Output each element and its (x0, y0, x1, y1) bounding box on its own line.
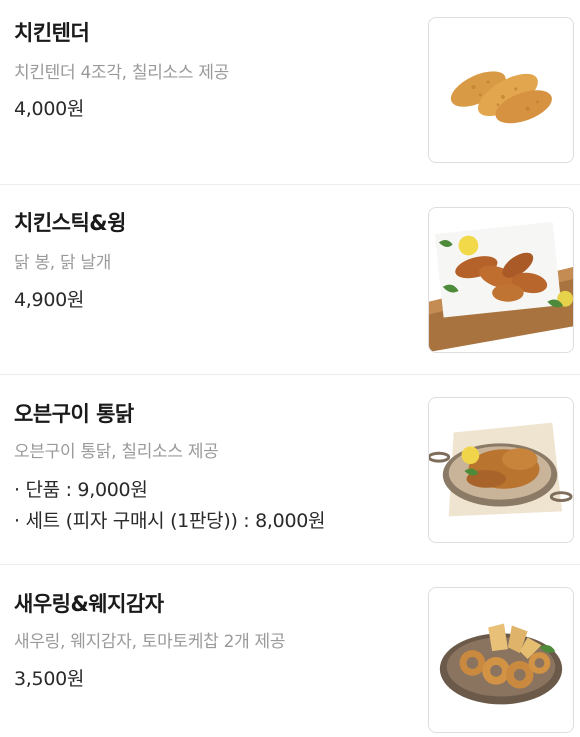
menu-item-name: 새우링&웨지감자 (14, 592, 164, 616)
oven-roasted-chicken-photo (428, 397, 574, 543)
chicken-tenders-photo (428, 17, 574, 163)
menu-item-chicken-tender[interactable]: 치킨텐더 치킨텐더 4조각, 칠리소스 제공 4,000원 (0, 0, 580, 184)
menu-item-name: 오븐구이 통닭 (14, 402, 134, 426)
menu-item-price: 4,900원 (14, 289, 85, 311)
menu-item-description: 새우링, 웨지감자, 토마토케찹 2개 제공 (14, 632, 286, 652)
menu-item-description: 치킨텐더 4조각, 칠리소스 제공 (14, 63, 230, 83)
menu-item-price: 3,500원 (14, 668, 85, 690)
menu-item-description: 닭 봉, 닭 날개 (14, 253, 112, 273)
menu-item-price: 4,000원 (14, 98, 85, 120)
chicken-sticks-wings-photo (428, 207, 574, 353)
menu-list: 치킨텐더 치킨텐더 4조각, 칠리소스 제공 4,000원 치킨스틱&윙 닭 봉… (0, 0, 580, 737)
menu-item-description: 오븐구이 통닭, 칠리소스 제공 (14, 442, 219, 462)
menu-item-shrimp-ring-wedge[interactable]: 새우링&웨지감자 새우링, 웨지감자, 토마토케찹 2개 제공 3,500원 (0, 565, 580, 737)
menu-item-chicken-stick-wing[interactable]: 치킨스틱&윙 닭 봉, 닭 날개 4,900원 (0, 185, 580, 374)
menu-item-price-single: · 단품 : 9,000원 (14, 479, 148, 501)
shrimp-rings-wedge-potatoes-photo (428, 587, 574, 733)
menu-item-price-set: · 세트 (피자 구매시 (1판당)) : 8,000원 (14, 510, 326, 532)
menu-item-name: 치킨스틱&윙 (14, 211, 126, 235)
menu-item-oven-roasted-chicken[interactable]: 오븐구이 통닭 오븐구이 통닭, 칠리소스 제공 · 단품 : 9,000원 ·… (0, 375, 580, 564)
menu-item-name: 치킨텐더 (14, 21, 90, 45)
